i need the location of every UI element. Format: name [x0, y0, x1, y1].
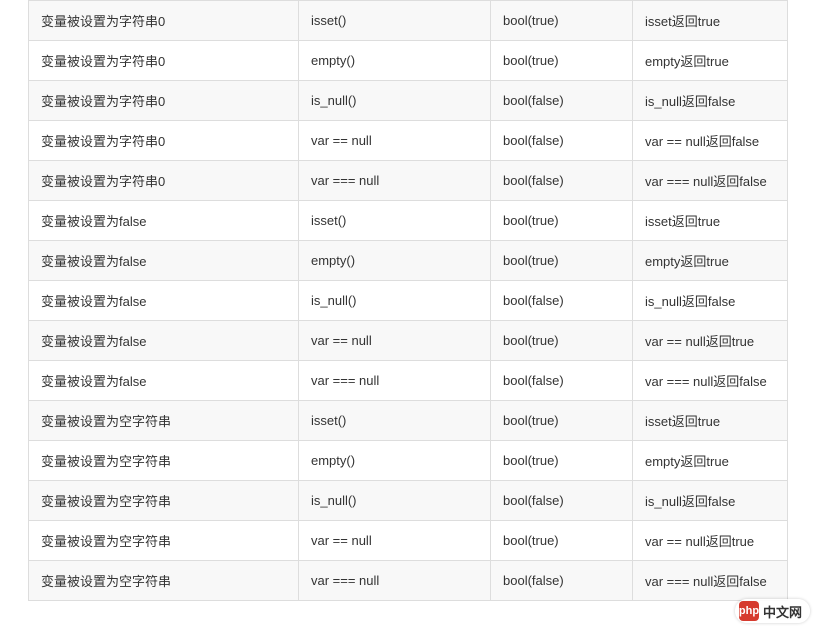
- cell-result: bool(false): [491, 481, 633, 521]
- table-row: 变量被设置为字符串0var === nullbool(false)var ===…: [29, 161, 788, 201]
- cell-function: empty(): [299, 41, 491, 81]
- cell-function: is_null(): [299, 81, 491, 121]
- table-row: 变量被设置为空字符串is_null()bool(false)is_null返回f…: [29, 481, 788, 521]
- cell-note: var === null返回false: [633, 561, 788, 601]
- table-row: 变量被设置为falseis_null()bool(false)is_null返回…: [29, 281, 788, 321]
- cell-condition: 变量被设置为字符串0: [29, 41, 299, 81]
- cell-condition: 变量被设置为false: [29, 241, 299, 281]
- cell-note: var == null返回true: [633, 521, 788, 561]
- cell-function: var == null: [299, 321, 491, 361]
- cell-condition: 变量被设置为字符串0: [29, 121, 299, 161]
- cell-condition: 变量被设置为false: [29, 321, 299, 361]
- cell-note: var === null返回false: [633, 361, 788, 401]
- table-row: 变量被设置为字符串0isset()bool(true)isset返回true: [29, 1, 788, 41]
- cell-result: bool(true): [491, 401, 633, 441]
- cell-function: empty(): [299, 441, 491, 481]
- cell-result: bool(true): [491, 441, 633, 481]
- cell-condition: 变量被设置为false: [29, 361, 299, 401]
- cell-note: is_null返回false: [633, 81, 788, 121]
- table-row: 变量被设置为字符串0empty()bool(true)empty返回true: [29, 41, 788, 81]
- cell-function: var == null: [299, 121, 491, 161]
- cell-function: is_null(): [299, 481, 491, 521]
- table-row: 变量被设置为falsevar == nullbool(true)var == n…: [29, 321, 788, 361]
- cell-result: bool(false): [491, 161, 633, 201]
- cell-condition: 变量被设置为字符串0: [29, 81, 299, 121]
- cell-result: bool(false): [491, 561, 633, 601]
- cell-note: var == null返回true: [633, 321, 788, 361]
- cell-condition: 变量被设置为空字符串: [29, 401, 299, 441]
- cell-function: var === null: [299, 561, 491, 601]
- cell-function: empty(): [299, 241, 491, 281]
- php-logo-icon: php: [739, 601, 759, 621]
- cell-condition: 变量被设置为false: [29, 281, 299, 321]
- cell-function: isset(): [299, 401, 491, 441]
- cell-note: is_null返回false: [633, 481, 788, 521]
- cell-note: isset返回true: [633, 1, 788, 41]
- cell-result: bool(false): [491, 281, 633, 321]
- cell-result: bool(false): [491, 361, 633, 401]
- cell-condition: 变量被设置为字符串0: [29, 1, 299, 41]
- cell-result: bool(true): [491, 521, 633, 561]
- cell-result: bool(false): [491, 81, 633, 121]
- cell-note: isset返回true: [633, 201, 788, 241]
- site-watermark: php 中文网: [735, 599, 810, 623]
- cell-result: bool(true): [491, 41, 633, 81]
- cell-function: isset(): [299, 1, 491, 41]
- reference-table: 变量被设置为字符串0isset()bool(true)isset返回true变量…: [28, 0, 788, 601]
- table-row: 变量被设置为字符串0var == nullbool(false)var == n…: [29, 121, 788, 161]
- table-row: 变量被设置为falsevar === nullbool(false)var ==…: [29, 361, 788, 401]
- cell-condition: 变量被设置为false: [29, 201, 299, 241]
- cell-note: isset返回true: [633, 401, 788, 441]
- cell-condition: 变量被设置为空字符串: [29, 441, 299, 481]
- cell-condition: 变量被设置为空字符串: [29, 481, 299, 521]
- cell-note: var == null返回false: [633, 121, 788, 161]
- table-row: 变量被设置为空字符串var == nullbool(true)var == nu…: [29, 521, 788, 561]
- cell-condition: 变量被设置为字符串0: [29, 161, 299, 201]
- table-container: 变量被设置为字符串0isset()bool(true)isset返回true变量…: [0, 0, 816, 629]
- cell-function: var === null: [299, 161, 491, 201]
- cell-function: var == null: [299, 521, 491, 561]
- cell-result: bool(true): [491, 201, 633, 241]
- cell-note: empty返回true: [633, 241, 788, 281]
- cell-result: bool(true): [491, 241, 633, 281]
- cell-note: empty返回true: [633, 41, 788, 81]
- cell-condition: 变量被设置为空字符串: [29, 561, 299, 601]
- cell-note: is_null返回false: [633, 281, 788, 321]
- cell-note: empty返回true: [633, 441, 788, 481]
- watermark-label: 中文网: [763, 602, 802, 621]
- table-row: 变量被设置为空字符串isset()bool(true)isset返回true: [29, 401, 788, 441]
- table-row: 变量被设置为空字符串empty()bool(true)empty返回true: [29, 441, 788, 481]
- table-row: 变量被设置为字符串0is_null()bool(false)is_null返回f…: [29, 81, 788, 121]
- cell-function: isset(): [299, 201, 491, 241]
- table-row: 变量被设置为空字符串var === nullbool(false)var ===…: [29, 561, 788, 601]
- cell-function: var === null: [299, 361, 491, 401]
- cell-result: bool(false): [491, 121, 633, 161]
- cell-result: bool(true): [491, 321, 633, 361]
- cell-result: bool(true): [491, 1, 633, 41]
- cell-condition: 变量被设置为空字符串: [29, 521, 299, 561]
- cell-function: is_null(): [299, 281, 491, 321]
- cell-note: var === null返回false: [633, 161, 788, 201]
- table-row: 变量被设置为falseempty()bool(true)empty返回true: [29, 241, 788, 281]
- table-row: 变量被设置为falseisset()bool(true)isset返回true: [29, 201, 788, 241]
